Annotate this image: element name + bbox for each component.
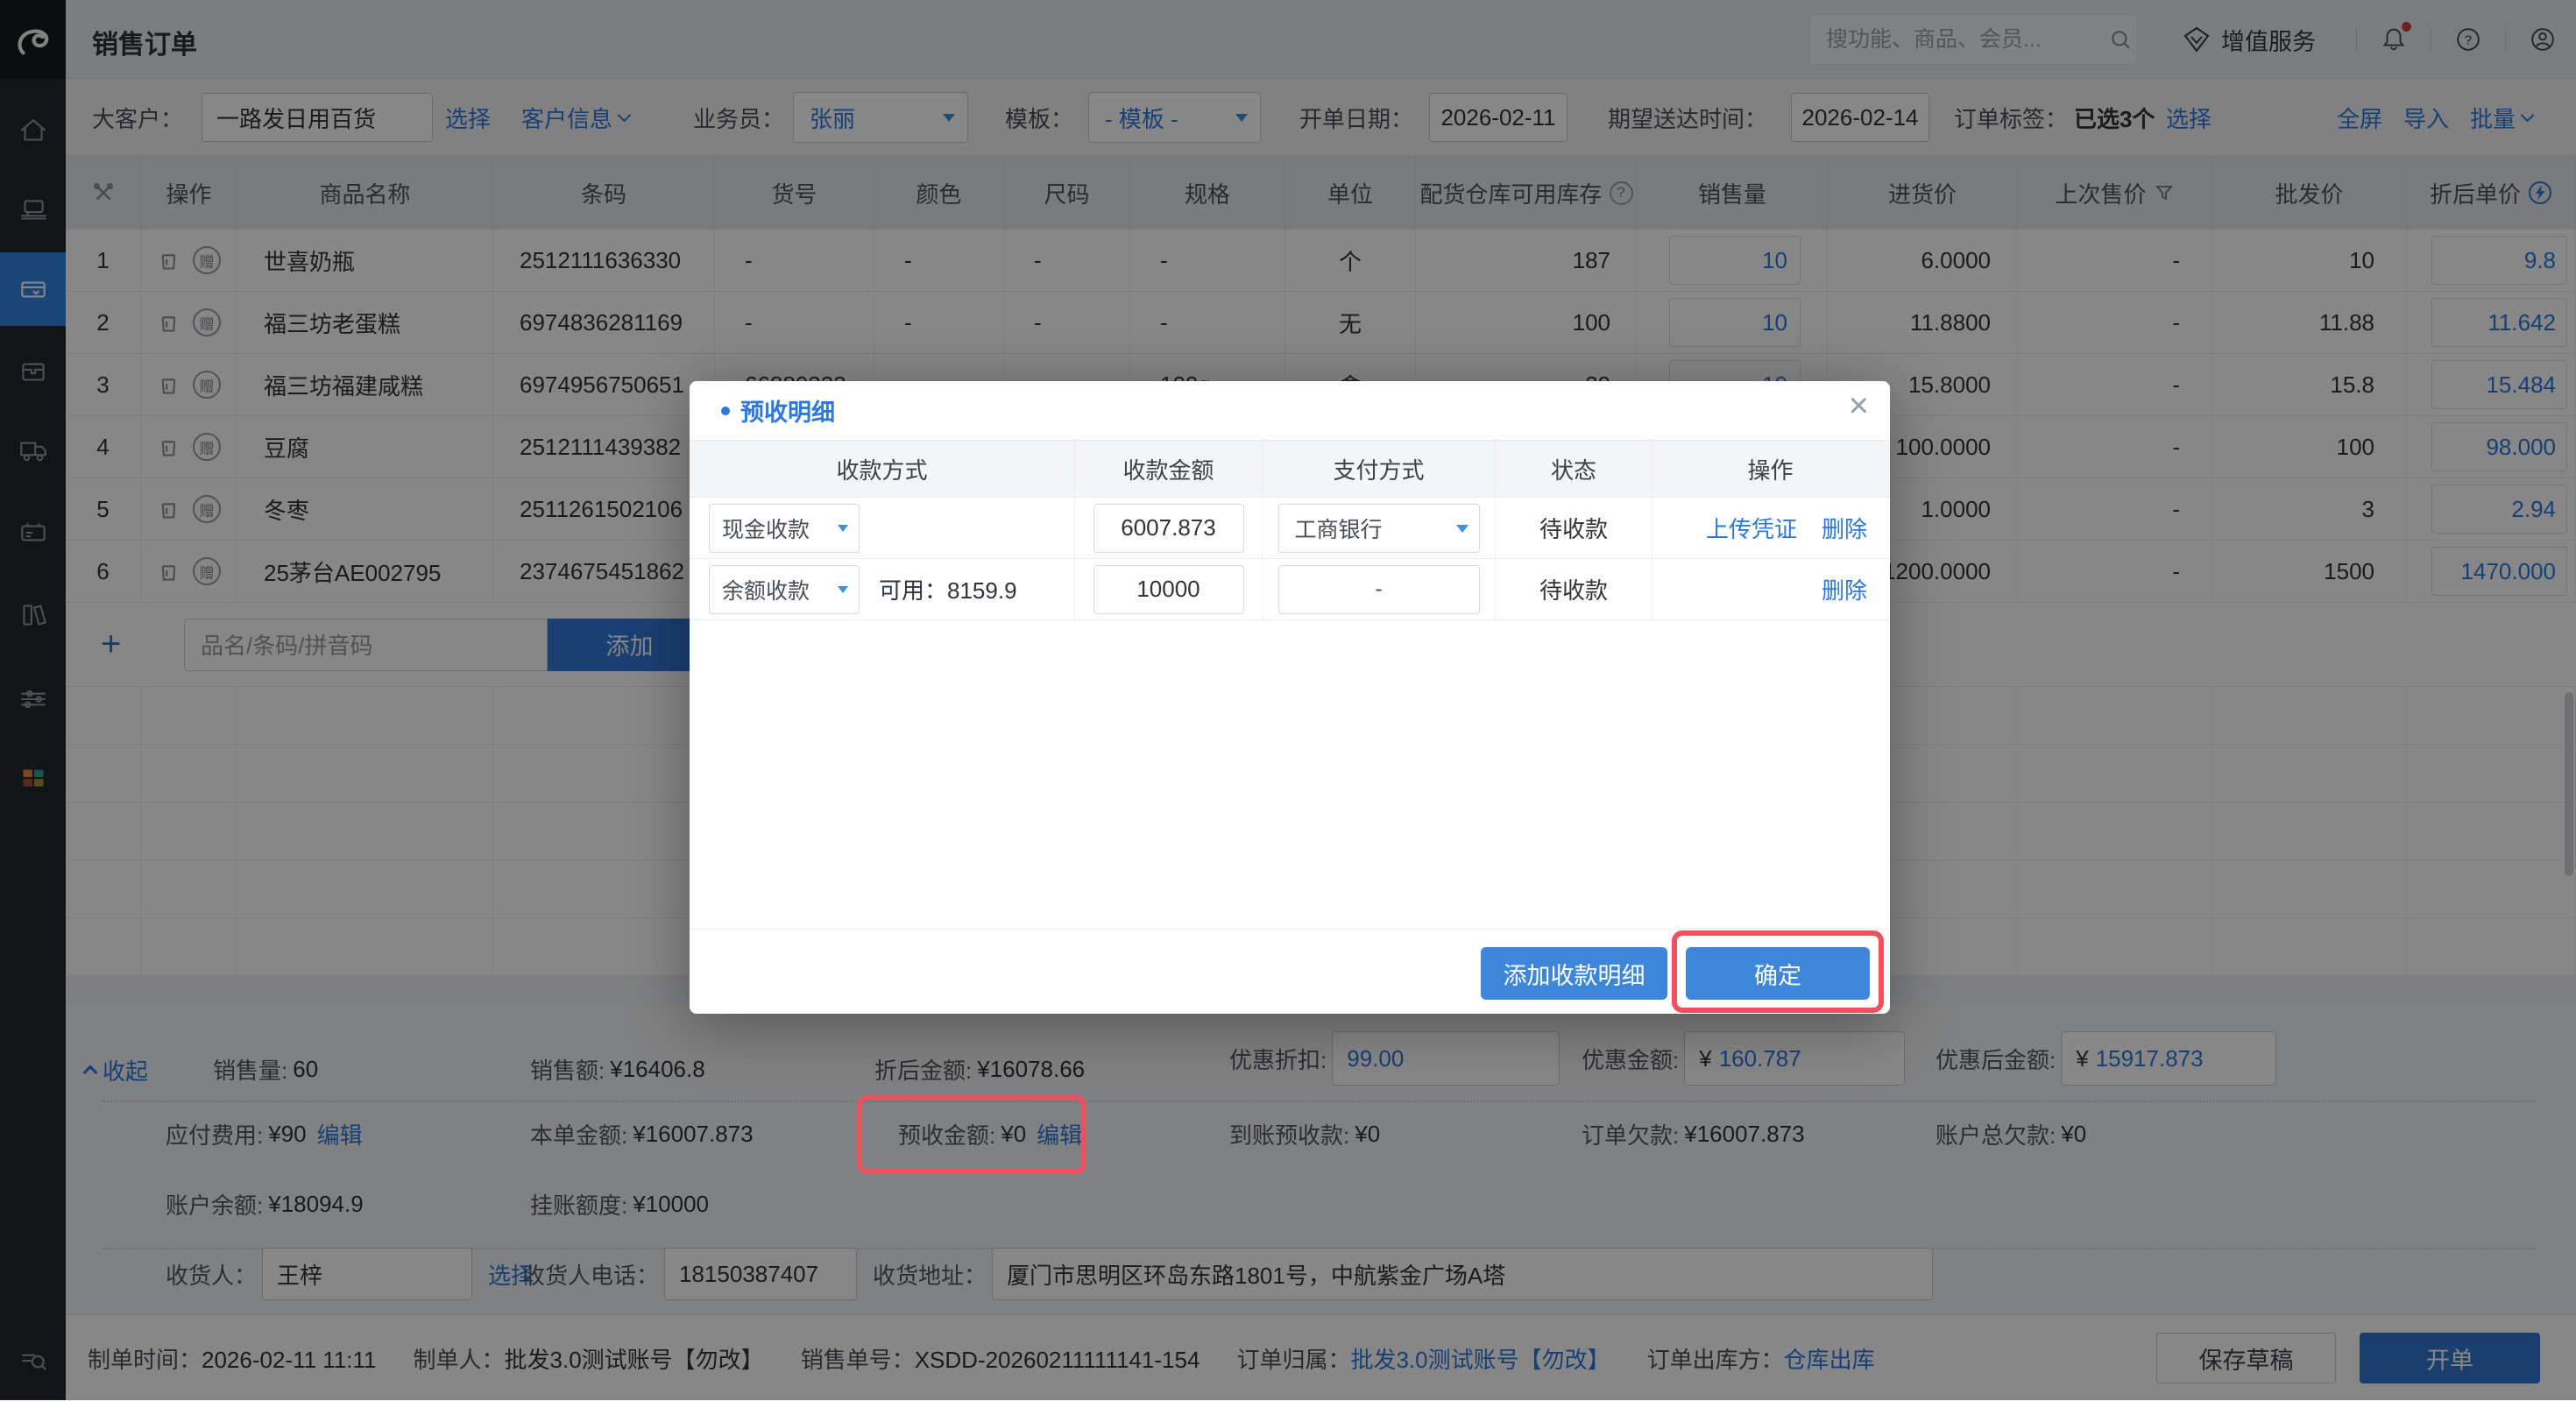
mcol-payment: 支付方式 (1263, 441, 1496, 497)
annotation-box-confirm (1672, 930, 1884, 1013)
title-dot-icon (721, 407, 730, 415)
status-text: 待收款 (1539, 573, 1608, 605)
receive-method-select[interactable]: 现金收款 (709, 504, 860, 553)
receive-method-select[interactable]: 余额收款 (709, 565, 860, 614)
status-text: 待收款 (1539, 512, 1608, 544)
add-receive-detail-button[interactable]: 添加收款明细 (1481, 947, 1667, 1000)
upload-voucher-link[interactable]: 上传凭证 (1706, 512, 1797, 544)
sales-order-page: 销售订单 增值服务 ? (0, 0, 2576, 1400)
delete-link[interactable]: 删除 (1822, 512, 1867, 544)
mcol-amount: 收款金额 (1075, 441, 1263, 497)
payment-method-select[interactable]: - (1278, 565, 1480, 614)
receive-amount-input[interactable]: 10000 (1093, 565, 1244, 614)
mcol-method: 收款方式 (690, 441, 1075, 497)
modal-row: 余额收款 可用：8159.9 10000 - 待收款 删除 (690, 559, 1890, 620)
available-balance: 可用：8159.9 (879, 573, 1017, 605)
payment-method-select[interactable]: 工商银行 (1278, 504, 1480, 553)
dropdown-arrow-icon (1456, 525, 1468, 539)
mcol-status: 状态 (1496, 441, 1652, 497)
dropdown-arrow-icon (838, 586, 848, 598)
close-icon[interactable]: × (1849, 388, 1869, 423)
delete-link[interactable]: 删除 (1822, 573, 1867, 605)
prepaid-detail-modal: 预收明细 × 收款方式 收款金额 支付方式 状态 操作 现金收款 6007.87… (690, 381, 1890, 1014)
annotation-box-prepaid (857, 1095, 1086, 1174)
modal-title: 预收明细 (740, 393, 835, 428)
receive-amount-input[interactable]: 6007.873 (1093, 504, 1244, 553)
mcol-ops: 操作 (1652, 441, 1888, 497)
modal-table-header: 收款方式 收款金额 支付方式 状态 操作 (690, 440, 1890, 498)
dropdown-arrow-icon (838, 525, 848, 537)
modal-row: 现金收款 6007.873 工商银行 待收款 上传凭证 删除 (690, 498, 1890, 559)
